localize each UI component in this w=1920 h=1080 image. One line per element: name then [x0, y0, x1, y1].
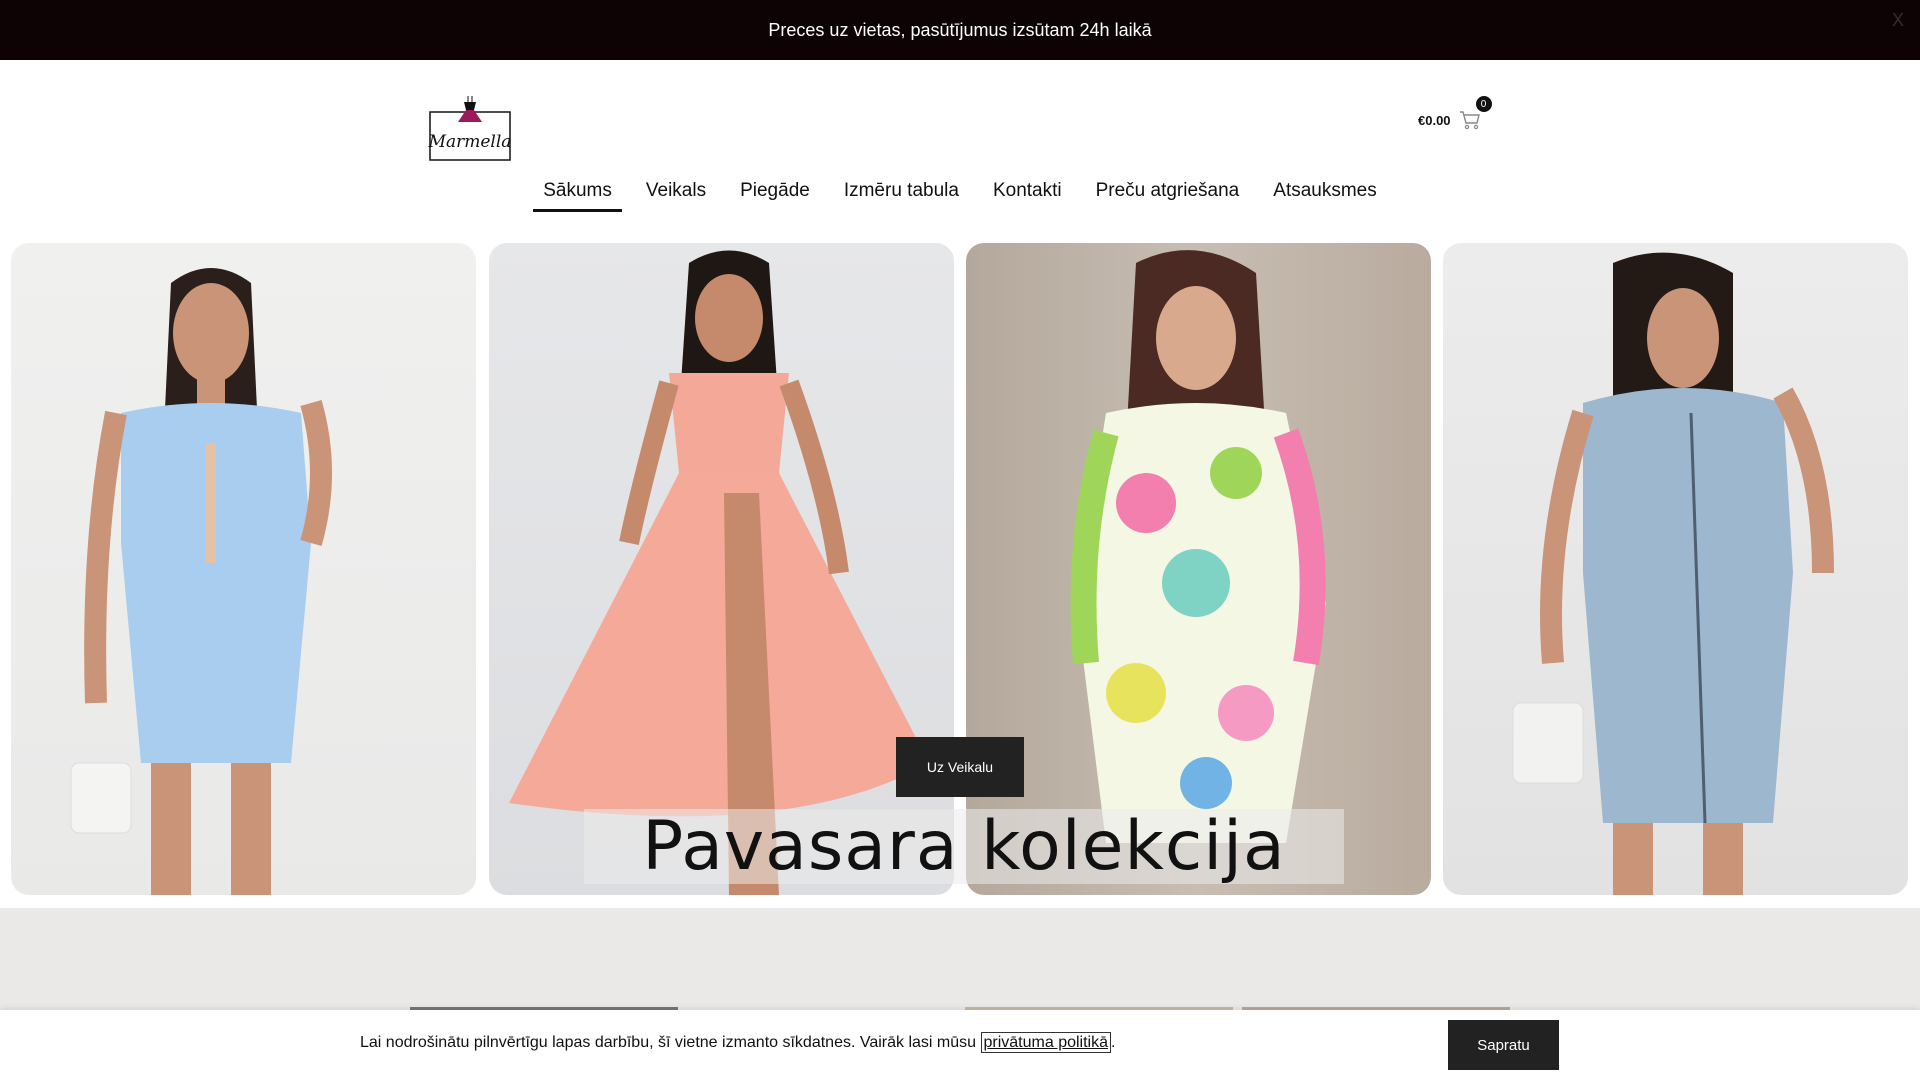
shop-cta-button[interactable]: Uz Veikalu	[896, 737, 1024, 797]
hero-image-floral-dress	[966, 243, 1431, 895]
svg-text:Marmella: Marmella	[428, 132, 511, 152]
hero-title-band: Pavasara kolekcija	[584, 807, 1344, 886]
cookie-accept-button[interactable]: Sapratu	[1448, 1020, 1559, 1070]
cookie-period: .	[1111, 1034, 1116, 1051]
privacy-policy-link[interactable]: privātuma politikā	[980, 1032, 1111, 1053]
announcement-bar: Preces uz vietas, pasūtījumus izsūtam 24…	[0, 0, 1920, 60]
main-nav: Sākums Veikals Piegāde Izmēru tabula Kon…	[0, 172, 1920, 212]
hero-image-pink-dress	[489, 243, 954, 895]
nav-item-precu-atgriesana[interactable]: Preču atgriešana	[1079, 172, 1257, 212]
cart-widget[interactable]: €0.00 0	[1418, 96, 1492, 130]
hero-image-denim-dress	[1443, 243, 1908, 895]
nav-item-piegade[interactable]: Piegāde	[723, 172, 827, 212]
hero-image-blue-dress	[11, 243, 476, 895]
nav-item-atsauksmes[interactable]: Atsauksmes	[1256, 172, 1393, 212]
cart-total: €0.00	[1418, 112, 1451, 128]
nav-item-veikals[interactable]: Veikals	[629, 172, 723, 212]
announcement-text: Preces uz vietas, pasūtījumus izsūtam 24…	[768, 19, 1152, 40]
nav-item-sakums[interactable]: Sākums	[526, 172, 629, 212]
site-header: Marmella €0.00 0 Sākums Veikals Piegāde …	[0, 60, 1920, 242]
featured-section	[0, 908, 1920, 1010]
cookie-message: Lai nodrošinātu pilnvērtīgu lapas darbīb…	[360, 1032, 1116, 1053]
site-logo[interactable]: Marmella	[428, 92, 512, 164]
nav-item-kontakti[interactable]: Kontakti	[976, 172, 1079, 212]
nav-item-izmeru-tabula[interactable]: Izmēru tabula	[827, 172, 976, 212]
cart-count-badge: 0	[1475, 96, 1492, 112]
cart-icon[interactable]: 0	[1459, 96, 1492, 130]
cookie-banner: Lai nodrošinātu pilnvērtīgu lapas darbīb…	[0, 1010, 1920, 1080]
close-icon[interactable]: X	[1892, 10, 1904, 31]
cookie-text: Lai nodrošinātu pilnvērtīgu lapas darbīb…	[360, 1034, 977, 1051]
hero-title: Pavasara kolekcija	[642, 807, 1286, 886]
